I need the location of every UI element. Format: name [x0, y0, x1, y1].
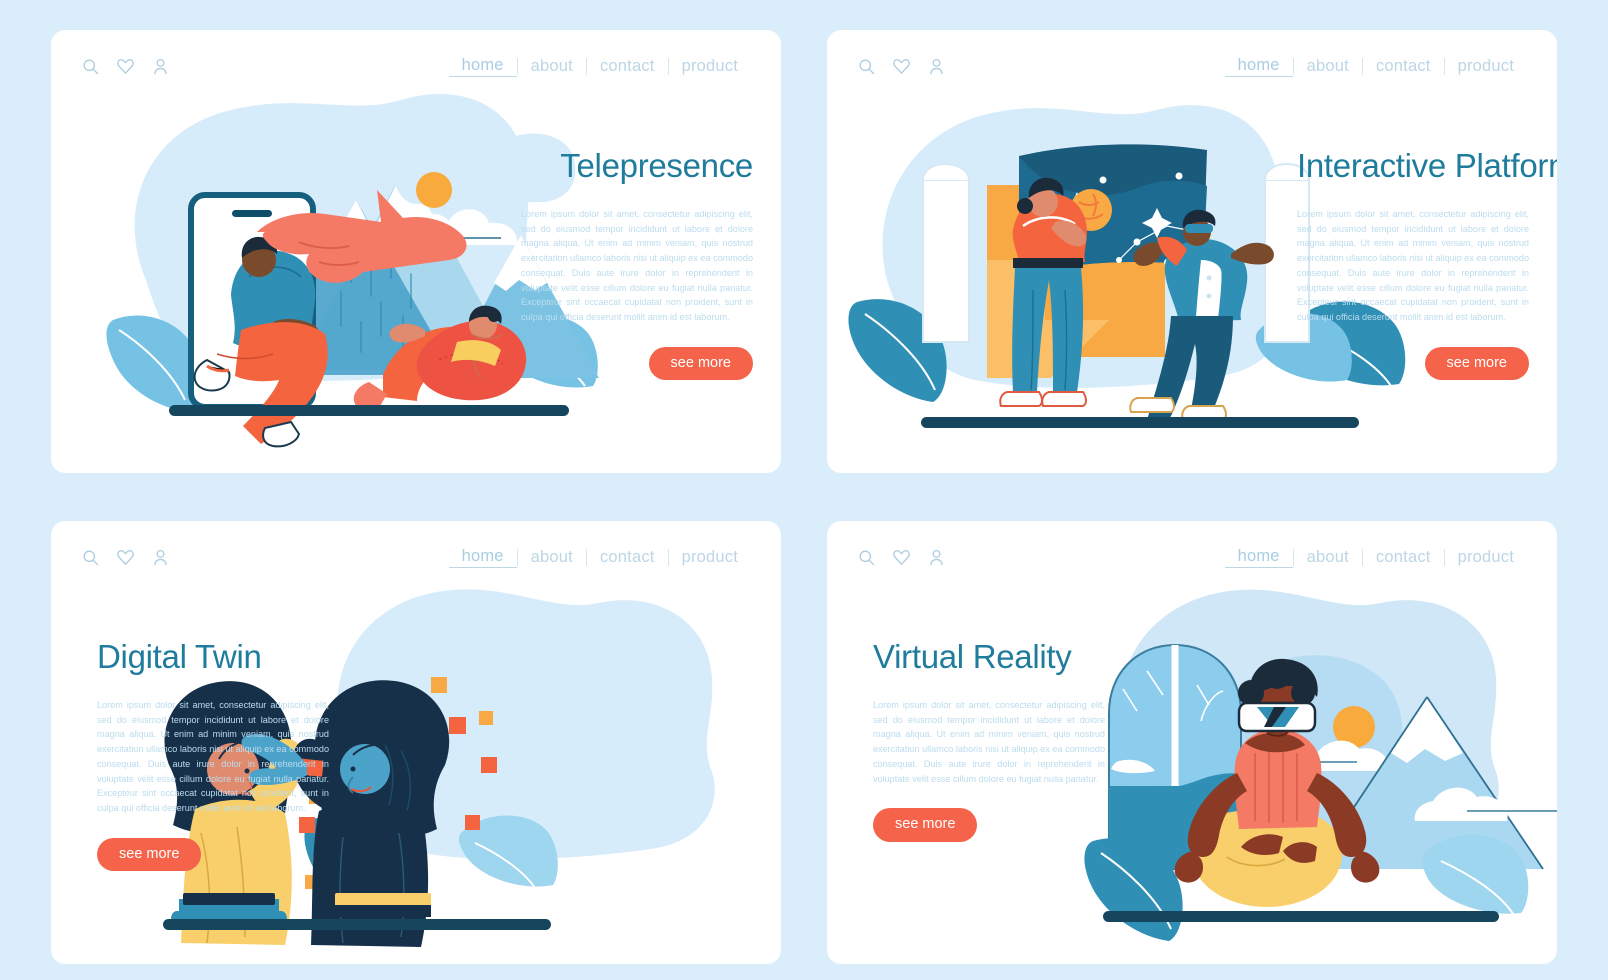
- nav-links: home about contact product: [1224, 547, 1527, 568]
- card-digital-twin: home about contact product Digital Twin …: [51, 521, 781, 964]
- nav-link-about[interactable]: about: [518, 57, 586, 76]
- see-more-button[interactable]: see more: [873, 808, 978, 842]
- nav-link-home[interactable]: home: [1224, 547, 1293, 568]
- user-icon[interactable]: [151, 57, 170, 76]
- see-more-button[interactable]: see more: [97, 837, 202, 872]
- card-body: Lorem ipsum dolor sit amet, consectetur …: [521, 208, 754, 322]
- text-panel: Telepresence Lorem ipsum dolor sit amet,…: [521, 147, 754, 381]
- card-body: Lorem ipsum dolor sit amet, consectetur …: [97, 699, 330, 813]
- navbar: home about contact product: [827, 521, 1557, 593]
- search-icon[interactable]: [81, 57, 100, 76]
- nav-link-home[interactable]: home: [448, 547, 517, 568]
- card-interactive-platforms: home about contact product Interactive P…: [827, 30, 1557, 473]
- nav-icon-group: [857, 57, 946, 76]
- card-title: Virtual Reality: [873, 638, 1072, 675]
- see-more-button[interactable]: see more: [648, 346, 753, 381]
- card-body: Lorem ipsum dolor sit amet, consectetur …: [873, 699, 1106, 784]
- card-title: Telepresence: [560, 147, 753, 184]
- text-panel: Digital Twin Lorem ipsum dolor sit amet,…: [97, 638, 330, 872]
- heart-icon[interactable]: [116, 548, 135, 567]
- nav-link-product[interactable]: product: [669, 57, 751, 76]
- nav-links: home about contact product: [448, 547, 751, 568]
- nav-link-contact[interactable]: contact: [1363, 548, 1444, 567]
- navbar: home about contact product: [827, 30, 1557, 102]
- user-icon[interactable]: [927, 548, 946, 567]
- search-icon[interactable]: [81, 548, 100, 567]
- nav-link-about[interactable]: about: [518, 548, 586, 567]
- cta-wrapper: see more: [873, 786, 1105, 842]
- text-panel: Virtual Reality Lorem ipsum dolor sit am…: [873, 638, 1106, 842]
- nav-link-contact[interactable]: contact: [587, 548, 668, 567]
- see-more-button[interactable]: see more: [1424, 346, 1529, 381]
- nav-links: home about contact product: [448, 56, 751, 77]
- nav-link-contact[interactable]: contact: [587, 57, 668, 76]
- nav-link-home[interactable]: home: [448, 56, 517, 77]
- user-icon[interactable]: [927, 57, 946, 76]
- search-icon[interactable]: [857, 57, 876, 76]
- heart-icon[interactable]: [892, 548, 911, 567]
- nav-link-product[interactable]: product: [1445, 548, 1527, 567]
- nav-link-product[interactable]: product: [1445, 57, 1527, 76]
- search-icon[interactable]: [857, 548, 876, 567]
- cta-wrapper: see more: [97, 816, 329, 872]
- nav-icon-group: [81, 548, 170, 567]
- nav-link-about[interactable]: about: [1294, 548, 1362, 567]
- card-virtual-reality: home about contact product Virtual Reali…: [827, 521, 1557, 964]
- card-body: Lorem ipsum dolor sit amet, consectetur …: [1297, 208, 1530, 322]
- heart-icon[interactable]: [116, 57, 135, 76]
- nav-icon-group: [857, 548, 946, 567]
- card-title: Interactive Platforms: [1297, 147, 1557, 184]
- nav-link-product[interactable]: product: [669, 548, 751, 567]
- cta-wrapper: see more: [1297, 325, 1529, 381]
- nav-icon-group: [81, 57, 170, 76]
- heart-icon[interactable]: [892, 57, 911, 76]
- navbar: home about contact product: [51, 30, 781, 102]
- text-panel: Interactive Platforms Lorem ipsum dolor …: [1297, 147, 1557, 381]
- navbar: home about contact product: [51, 521, 781, 593]
- cta-wrapper: see more: [521, 325, 753, 381]
- landing-page-set: home about contact product Telepresence …: [0, 0, 1608, 980]
- nav-link-contact[interactable]: contact: [1363, 57, 1444, 76]
- nav-links: home about contact product: [1224, 56, 1527, 77]
- card-telepresence: home about contact product Telepresence …: [51, 30, 781, 473]
- user-icon[interactable]: [151, 548, 170, 567]
- nav-link-home[interactable]: home: [1224, 56, 1293, 77]
- card-title: Digital Twin: [97, 638, 262, 675]
- nav-link-about[interactable]: about: [1294, 57, 1362, 76]
